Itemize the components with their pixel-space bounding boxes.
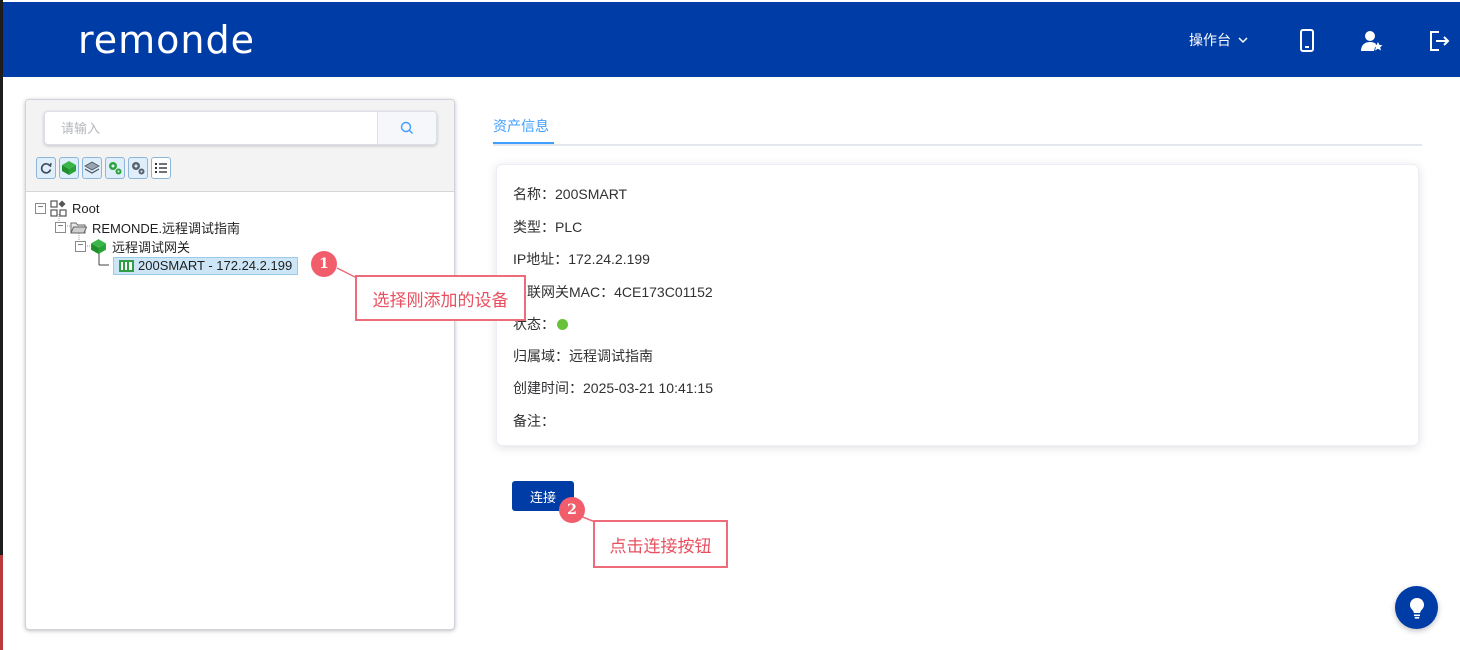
search-icon (400, 121, 413, 134)
search-button[interactable] (377, 112, 436, 144)
asset-remark: 备注： (513, 413, 555, 429)
gateway-icon (91, 238, 106, 254)
logout-icon[interactable] (1426, 28, 1452, 54)
plc-device-icon (119, 260, 134, 272)
settings-button[interactable] (128, 157, 148, 179)
asset-info-card: 名称：200SMART 类型：PLC IP地址：172.24.2.199 关联网… (496, 164, 1419, 446)
tree-node-device[interactable]: 200SMART - 172.24.2.199 (112, 257, 299, 275)
tree-node-label: 远程调试网关 (112, 239, 191, 255)
active-tab-indicator (493, 142, 554, 144)
settings-green-icon (109, 162, 122, 175)
console-menu[interactable]: 操作台 (1189, 30, 1249, 50)
mobile-icon[interactable] (1294, 28, 1320, 54)
lightbulb-icon (1409, 597, 1424, 619)
tree-toolbar (36, 157, 171, 179)
tree-search-input[interactable] (45, 112, 378, 144)
status-online-indicator (557, 319, 568, 330)
annotation-badge-2: 2 (559, 497, 585, 523)
tree-node-label: Root (72, 200, 100, 216)
device-settings-button[interactable] (105, 157, 125, 179)
annotation-callout-1: 选择刚添加的设备 (355, 275, 526, 321)
layer-button[interactable] (82, 157, 102, 179)
console-menu-label: 操作台 (1189, 33, 1231, 49)
layer-icon (84, 161, 100, 174)
brand-logo[interactable]: remonde (78, 18, 255, 62)
help-button[interactable] (1395, 586, 1438, 629)
tree-panel-top (26, 100, 454, 192)
device-tree-panel: − Root − REMONDE.远程调试指南 − (25, 99, 455, 630)
collapse-toggle[interactable]: − (75, 240, 86, 252)
list-view-button[interactable] (151, 157, 171, 179)
tree-node-root[interactable]: − Root (35, 199, 99, 217)
asset-gateway-mac: 关联网关MAC：4CE173C01152 (513, 284, 713, 300)
tree-search-box (44, 111, 437, 145)
annotation-callout-2: 点击连接按钮 (593, 520, 728, 568)
tab-asset-info[interactable]: 资产信息 (493, 116, 549, 136)
asset-ip: IP地址：172.24.2.199 (513, 251, 650, 267)
top-header: remonde 操作台 (3, 2, 1460, 77)
refresh-button[interactable] (36, 157, 56, 179)
folder-icon (70, 222, 87, 233)
gateway-icon (62, 161, 76, 175)
window-edge-accent (0, 555, 3, 650)
refresh-icon (40, 162, 52, 174)
detail-tabs: 资产信息 (493, 106, 1422, 146)
tree-node-domain[interactable]: − REMONDE.远程调试指南 (55, 218, 240, 236)
asset-type: 类型：PLC (513, 219, 583, 235)
window-edge (0, 0, 3, 650)
collapse-toggle[interactable]: − (35, 202, 46, 214)
annotation-badge-1: 1 (311, 251, 337, 277)
asset-domain: 归属域：远程调试指南 (513, 348, 653, 364)
chevron-down-icon (1238, 37, 1248, 44)
asset-created-time: 创建时间：2025-03-21 10:41:15 (513, 380, 713, 396)
add-gateway-button[interactable] (59, 157, 79, 179)
tree-node-gateway[interactable]: − 远程调试网关 (75, 237, 190, 255)
collapse-toggle[interactable]: − (55, 221, 66, 233)
tree-node-label: REMONDE.远程调试指南 (92, 220, 241, 236)
user-star-icon[interactable] (1359, 28, 1385, 54)
root-grid-icon (50, 199, 67, 217)
asset-name: 名称：200SMART (513, 186, 628, 202)
list-icon (155, 163, 167, 173)
tree-node-label: 200SMART - 172.24.2.199 (113, 257, 299, 275)
settings-gray-icon (132, 162, 145, 175)
